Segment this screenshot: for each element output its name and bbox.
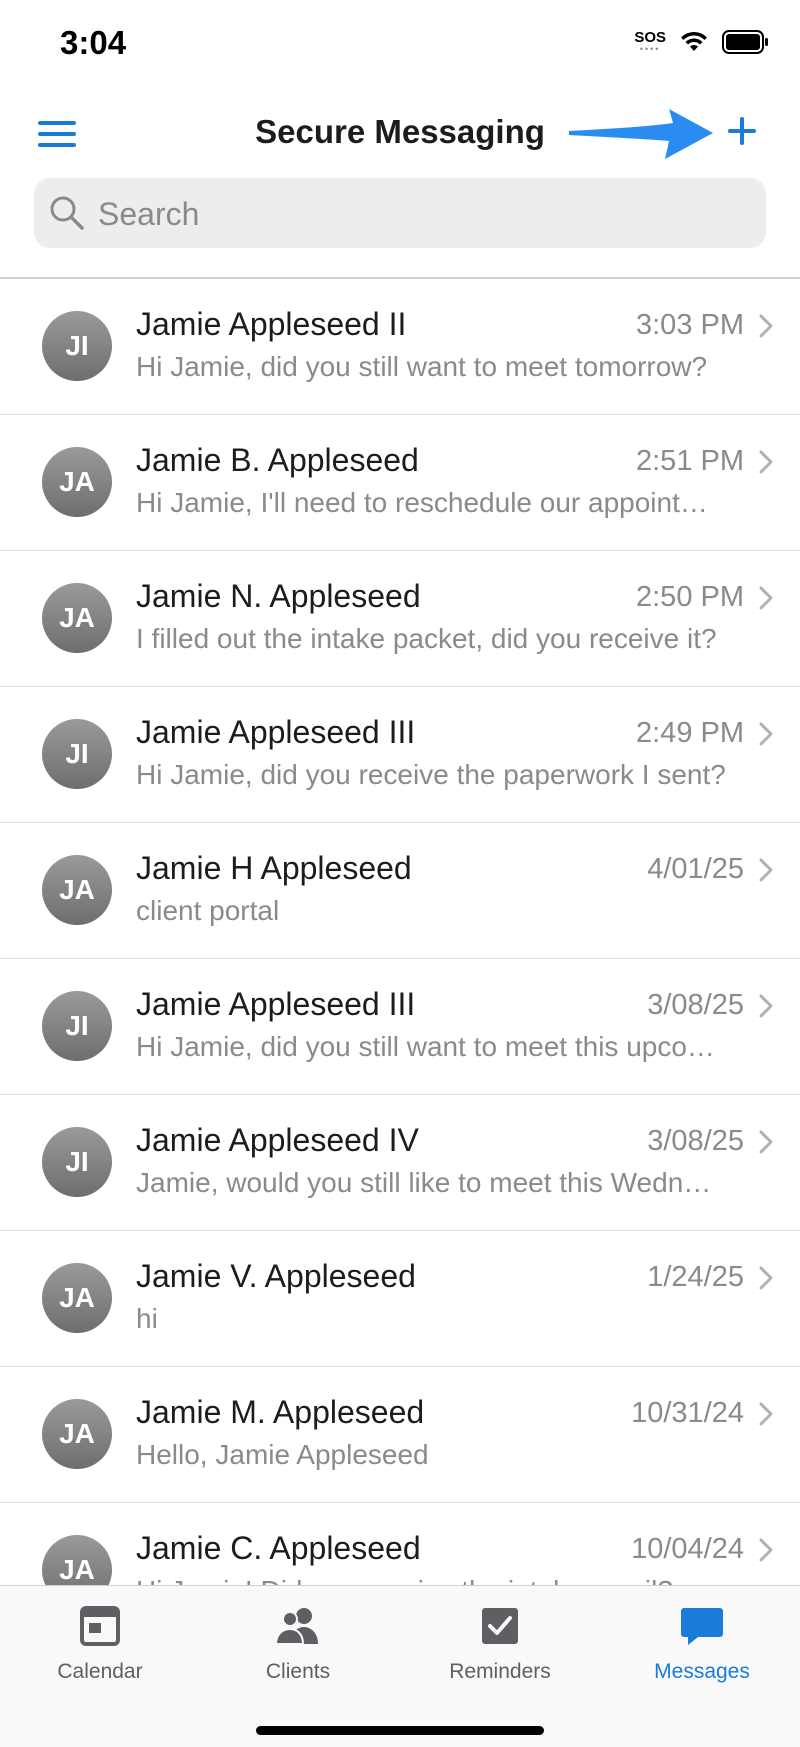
- message-preview: Hi Jamie, I'll need to reschedule our ap…: [136, 487, 726, 518]
- search-bar: [34, 178, 766, 250]
- conversation-list[interactable]: JI Jamie Appleseed II 3:03 PM Hi Jamie, …: [0, 279, 800, 1585]
- message-time: 2:50 PM: [636, 581, 744, 613]
- search-icon: [50, 196, 84, 230]
- chevron-right-icon: [759, 722, 773, 746]
- avatar: JA: [42, 1399, 112, 1469]
- contact-name: Jamie H Appleseed: [136, 850, 412, 886]
- tab-label: Clients: [265, 1660, 331, 1683]
- conversation-row[interactable]: JA Jamie N. Appleseed 2:50 PM I filled o…: [0, 551, 800, 687]
- conversation-row[interactable]: JI Jamie Appleseed III 3/08/25 Hi Jamie,…: [0, 959, 800, 1095]
- message-time: 1/24/25: [647, 1261, 744, 1293]
- search-input[interactable]: [96, 178, 740, 250]
- wifi-icon: [681, 31, 707, 51]
- message-time: 3/08/25: [647, 989, 744, 1021]
- chevron-right-icon: [759, 1402, 773, 1426]
- reminders-icon: [482, 1608, 518, 1644]
- message-preview: Hi Jamie, did you still want to meet thi…: [136, 1031, 726, 1062]
- chevron-right-icon: [759, 586, 773, 610]
- chevron-right-icon: [759, 1538, 773, 1562]
- message-time: 10/31/24: [631, 1397, 744, 1429]
- message-preview: Hi Jamie, did you receive the paperwork …: [136, 759, 726, 790]
- avatar: JA: [42, 1263, 112, 1333]
- annotation-arrow-icon: [569, 109, 713, 159]
- contact-name: Jamie V. Appleseed: [136, 1258, 416, 1294]
- chevron-right-icon: [759, 450, 773, 474]
- status-icons: SOS ••••: [634, 30, 770, 54]
- avatar: JI: [42, 311, 112, 381]
- contact-name: Jamie Appleseed IV: [136, 1122, 419, 1158]
- tab-label: Reminders: [449, 1660, 551, 1683]
- avatar: JI: [42, 719, 112, 789]
- tab-calendar[interactable]: Calendar: [0, 1604, 200, 1684]
- message-time: 2:49 PM: [636, 717, 744, 749]
- message-time: 3:03 PM: [636, 309, 744, 341]
- battery-icon: [722, 30, 768, 54]
- avatar: JI: [42, 1127, 112, 1197]
- contact-name: Jamie N. Appleseed: [136, 578, 421, 614]
- message-preview: I filled out the intake packet, did you …: [136, 623, 717, 654]
- conversation-row[interactable]: JA Jamie H Appleseed 4/01/25 client port…: [0, 823, 800, 959]
- tab-bar: Calendar Clients Reminders Messages: [0, 1585, 800, 1747]
- contact-name: Jamie C. Appleseed: [136, 1530, 421, 1566]
- message-preview: Hi Jamie, did you still want to meet tom…: [136, 351, 708, 382]
- calendar-icon: [80, 1606, 120, 1646]
- message-time: 10/04/24: [631, 1533, 744, 1565]
- conversation-row[interactable]: JI Jamie Appleseed II 3:03 PM Hi Jamie, …: [0, 279, 800, 415]
- nav-bar: Secure Messaging: [0, 95, 800, 170]
- contact-name: Jamie Appleseed III: [136, 714, 416, 750]
- status-bar: 3:04 SOS ••••: [0, 0, 800, 90]
- tab-label: Calendar: [57, 1660, 143, 1683]
- contact-name: Jamie M. Appleseed: [136, 1394, 425, 1430]
- message-time: 3/08/25: [647, 1125, 744, 1157]
- message-preview: Jamie, would you still like to meet this…: [136, 1167, 726, 1198]
- sos-indicator: SOS ••••: [634, 29, 666, 54]
- conversation-row[interactable]: JA Jamie M. Appleseed 10/31/24 Hello, Ja…: [0, 1367, 800, 1503]
- tab-label: Messages: [654, 1660, 750, 1683]
- contact-name: Jamie B. Appleseed: [136, 442, 419, 478]
- message-time: 4/01/25: [647, 853, 744, 885]
- avatar: JA: [42, 583, 112, 653]
- chevron-right-icon: [759, 314, 773, 338]
- conversation-row[interactable]: JA Jamie B. Appleseed 2:51 PM Hi Jamie, …: [0, 415, 800, 551]
- chevron-right-icon: [759, 1266, 773, 1290]
- message-preview: client portal: [136, 895, 280, 926]
- new-message-button[interactable]: [720, 109, 764, 153]
- tab-reminders[interactable]: Reminders: [400, 1604, 600, 1684]
- conversation-row[interactable]: JA Jamie V. Appleseed 1/24/25 hi: [0, 1231, 800, 1367]
- clients-icon: [274, 1608, 318, 1645]
- chevron-right-icon: [759, 994, 773, 1018]
- message-time: 2:51 PM: [636, 445, 744, 477]
- chevron-right-icon: [759, 858, 773, 882]
- home-indicator: [256, 1726, 544, 1735]
- tab-clients[interactable]: Clients: [198, 1604, 398, 1684]
- status-time: 3:04: [60, 24, 127, 61]
- avatar: JA: [42, 1535, 112, 1585]
- tab-messages[interactable]: Messages: [602, 1604, 800, 1684]
- message-preview: hi: [136, 1303, 158, 1334]
- avatar: JI: [42, 991, 112, 1061]
- avatar: JA: [42, 855, 112, 925]
- avatar: JA: [42, 447, 112, 517]
- messages-icon: [681, 1608, 723, 1645]
- message-preview: Hi Jamie! Did you receive the intake ema…: [136, 1575, 726, 1585]
- conversation-row[interactable]: JA Jamie C. Appleseed 10/04/24 Hi Jamie!…: [0, 1503, 800, 1585]
- conversation-row[interactable]: JI Jamie Appleseed III 2:49 PM Hi Jamie,…: [0, 687, 800, 823]
- contact-name: Jamie Appleseed III: [136, 986, 416, 1022]
- contact-name: Jamie Appleseed II: [136, 306, 407, 342]
- chevron-right-icon: [759, 1130, 773, 1154]
- message-preview: Hello, Jamie Appleseed: [136, 1439, 429, 1470]
- conversation-row[interactable]: JI Jamie Appleseed IV 3/08/25 Jamie, wou…: [0, 1095, 800, 1231]
